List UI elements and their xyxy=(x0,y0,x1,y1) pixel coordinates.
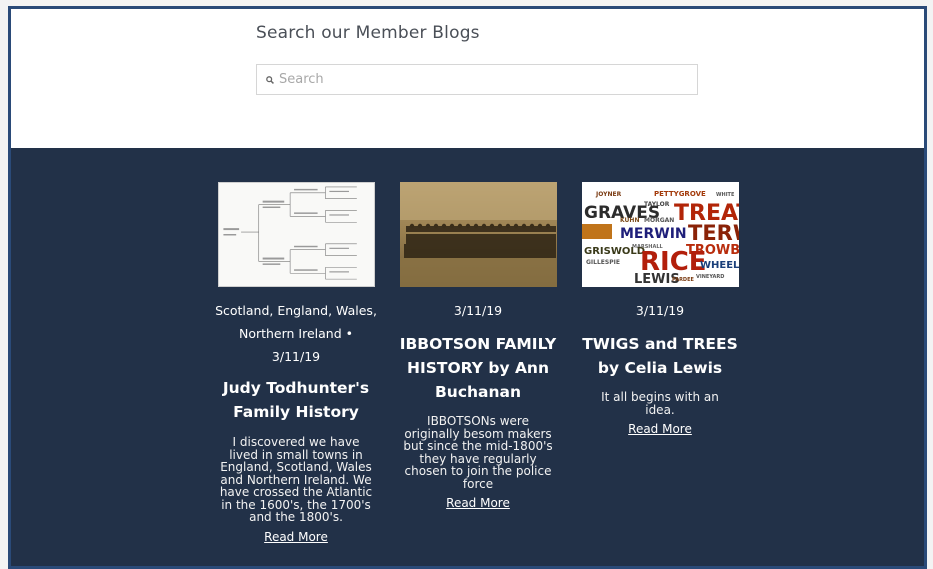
word-cloud-word: GRISWOLD xyxy=(584,246,645,257)
blog-title[interactable]: Judy Todhunter's Family History xyxy=(207,376,385,424)
word-cloud-word: GILLESPIE xyxy=(586,259,620,266)
search-box[interactable] xyxy=(256,64,698,95)
blog-excerpt: It all begins with an idea. xyxy=(601,390,719,417)
blog-card: JOYNER PETTYGROVE WHITE GRAVES TREAT TAY… xyxy=(571,182,749,437)
word-cloud-word: TERWIL xyxy=(688,221,739,245)
blog-list-section: Scotland, England, Wales, Northern Irela… xyxy=(11,148,924,566)
blog-card: Scotland, England, Wales, Northern Irela… xyxy=(207,182,385,545)
word-cloud-word: VINEYARD xyxy=(696,274,724,280)
blog-thumbnail-pedigree-chart[interactable] xyxy=(217,182,375,287)
word-cloud-word: MORGAN xyxy=(644,217,674,224)
search-section: Search our Member Blogs xyxy=(11,9,924,148)
blog-card: 3/11/19 IBBOTSON FAMILY HISTORY by Ann B… xyxy=(389,182,567,511)
word-cloud-word: PETTYGROVE xyxy=(654,190,706,198)
blog-excerpt: I discovered we have lived in small town… xyxy=(219,435,373,524)
blog-title[interactable]: TWIGS and TREES by Celia Lewis xyxy=(571,332,749,380)
search-icon xyxy=(266,75,274,84)
word-cloud-word: PARDEE xyxy=(672,277,694,283)
blog-title[interactable]: IBBOTSON FAMILY HISTORY by Ann Buchanan xyxy=(389,332,567,404)
blog-meta: 3/11/19 xyxy=(635,303,685,318)
blog-meta: Scotland, England, Wales, Northern Irela… xyxy=(215,303,377,364)
search-heading: Search our Member Blogs xyxy=(256,23,480,43)
read-more-link[interactable]: Read More xyxy=(628,422,692,436)
blog-meta: 3/11/19 xyxy=(453,303,503,318)
blog-thumbnail-surname-word-cloud[interactable]: JOYNER PETTYGROVE WHITE GRAVES TREAT TAY… xyxy=(581,182,739,287)
blog-excerpt: IBBOTSONs were originally besom makers b… xyxy=(403,414,553,491)
word-cloud-word: MERWIN xyxy=(620,226,687,242)
word-cloud-word: WHEELE xyxy=(700,260,739,271)
page-frame: Search our Member Blogs Search Scotland,… xyxy=(8,6,927,569)
read-more-link[interactable]: Read More xyxy=(264,530,328,544)
word-cloud-word: JOYNER xyxy=(595,191,622,198)
word-cloud-word: KUHN xyxy=(620,217,639,224)
word-cloud-word: TAYLOR xyxy=(644,201,670,208)
blog-thumbnail-police-photo[interactable] xyxy=(399,182,557,287)
read-more-link[interactable]: Read More xyxy=(446,496,510,510)
search-input[interactable] xyxy=(279,72,679,87)
word-cloud-word: WHITE xyxy=(716,192,735,198)
